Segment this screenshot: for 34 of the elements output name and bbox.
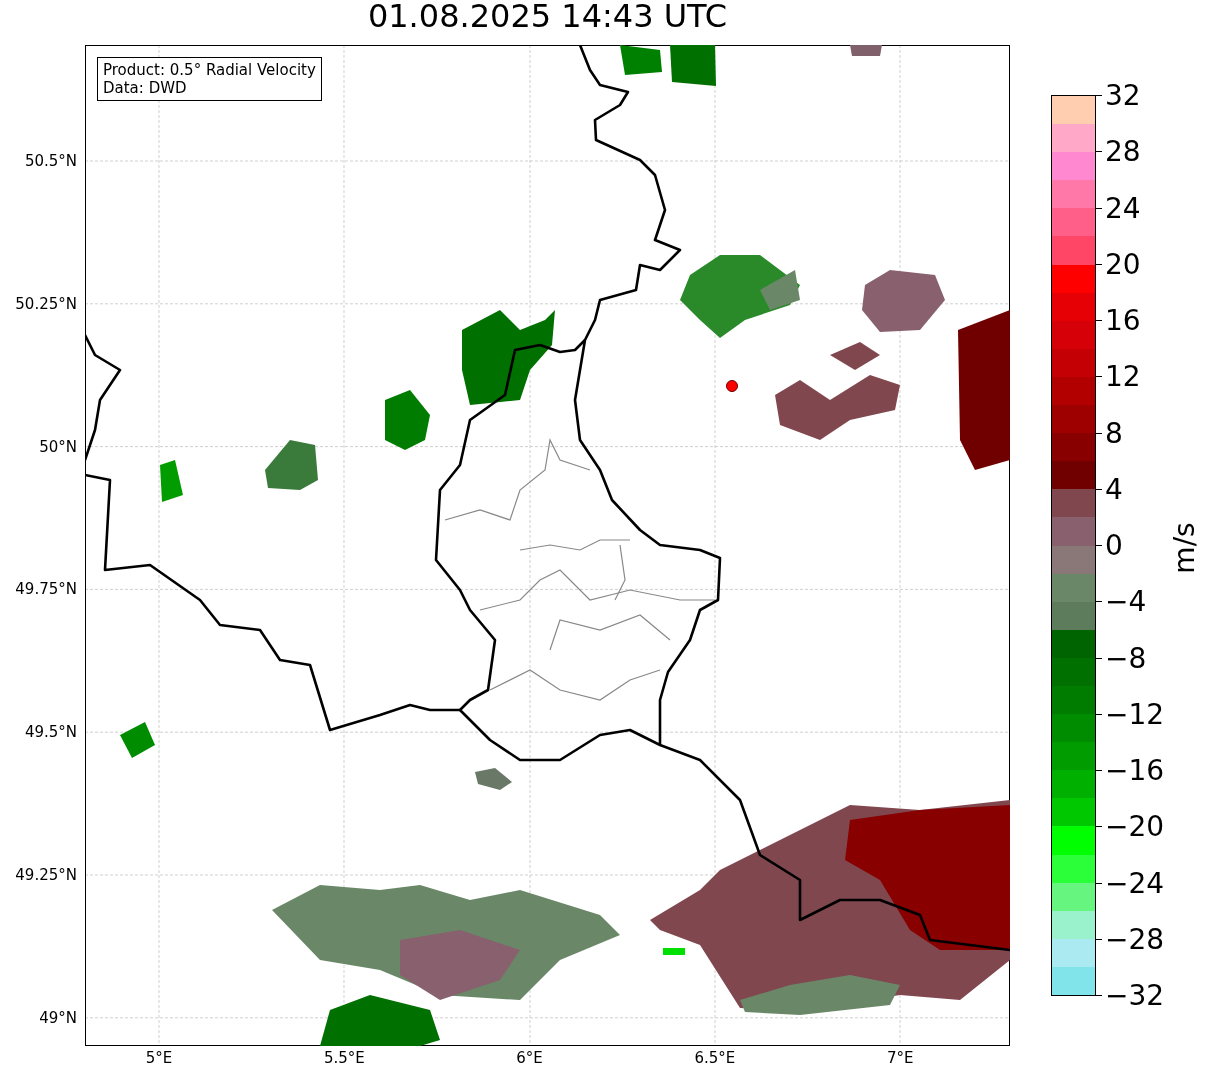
colorbar-tick-label: −28 xyxy=(1105,922,1165,956)
colorbar-tick-label: −12 xyxy=(1105,697,1165,731)
latitude-label: 49°N xyxy=(39,1008,77,1027)
colorbar-tick-label: −32 xyxy=(1105,978,1165,1012)
longitude-label: 7°E xyxy=(886,1049,914,1067)
longitude-label: 6°E xyxy=(516,1049,543,1067)
colorbar-unit-label: m/s xyxy=(1167,522,1201,574)
colorbar-tick-label: −4 xyxy=(1105,584,1147,618)
colorbar-tick-label: 0 xyxy=(1105,528,1123,562)
latitude-label: 49.5°N xyxy=(24,723,77,742)
colorbar-tick-label: 8 xyxy=(1105,416,1123,449)
colorbar-tick-label: 32 xyxy=(1105,78,1141,112)
chart-title: 01.08.2025 14:43 UTC xyxy=(366,0,729,37)
colorbar-tick-label: 16 xyxy=(1105,303,1141,337)
data-source-label: Data: DWD xyxy=(103,79,188,97)
colorbar-tick-label: −16 xyxy=(1105,753,1165,787)
radar-site-icon xyxy=(726,380,738,392)
latitude-label: 49.75°N xyxy=(15,580,77,599)
colorbar-tick-label: 24 xyxy=(1105,191,1141,224)
product-label: Product: 0.5° Radial Velocity xyxy=(103,61,316,79)
colorbar-tick-label: 4 xyxy=(1105,472,1123,506)
colorbar-tick-label: 20 xyxy=(1105,247,1141,281)
colorbar-tick-label: 28 xyxy=(1105,134,1141,168)
latitude-label: 50.5°N xyxy=(24,152,77,170)
longitude-label: 6.5°E xyxy=(694,1049,736,1067)
colorbar-tick-label: −24 xyxy=(1105,866,1165,899)
colorbar-tick-label: −8 xyxy=(1105,641,1147,674)
latitude-label: 50°N xyxy=(39,437,77,456)
longitude-label: 5°E xyxy=(145,1049,173,1067)
latitude-label: 50.25°N xyxy=(15,294,77,313)
colorbar-tick-label: 12 xyxy=(1105,359,1141,393)
longitude-label: 5.5°E xyxy=(323,1049,365,1067)
latitude-label: 49.25°N xyxy=(15,866,77,884)
colorbar-tick-label: −20 xyxy=(1105,809,1165,843)
